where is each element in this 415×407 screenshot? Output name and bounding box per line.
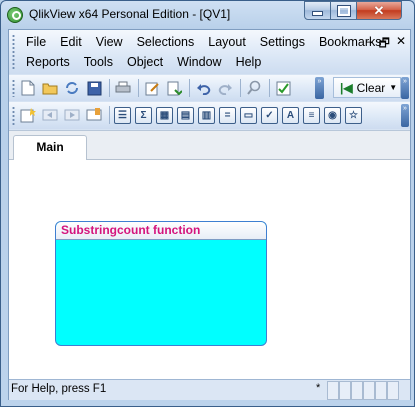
- open-folder-icon[interactable]: [41, 79, 59, 97]
- edit-script-icon[interactable]: [143, 79, 161, 97]
- menu-row-2: Reports Tools Object Window Help: [19, 52, 268, 72]
- text-object-icon[interactable]: A: [282, 106, 299, 124]
- status-cell: [363, 381, 375, 400]
- close-icon: ✕: [373, 2, 385, 18]
- menu-layout[interactable]: Layout: [201, 32, 253, 52]
- toolbar-separator: [189, 79, 190, 97]
- statistics-box-icon[interactable]: Σ: [135, 106, 152, 124]
- maximize-icon: [336, 4, 351, 17]
- menu-settings[interactable]: Settings: [253, 32, 312, 52]
- input-box-icon[interactable]: =: [219, 106, 236, 124]
- multi-box-icon[interactable]: ▤: [177, 106, 194, 124]
- toolbar-grip[interactable]: [12, 79, 15, 97]
- toolbar-separator: [240, 79, 241, 97]
- print-icon[interactable]: [114, 79, 132, 97]
- chart-icon[interactable]: ▥: [198, 106, 215, 124]
- status-cell: [387, 381, 399, 400]
- minimize-icon: [312, 11, 323, 16]
- text-object-caption[interactable]: Substringcount function: [56, 222, 266, 240]
- new-sheet-icon[interactable]: [19, 106, 37, 124]
- toolbar-overflow-chevron[interactable]: »: [401, 104, 409, 127]
- menu-help[interactable]: Help: [229, 52, 269, 72]
- menu-file[interactable]: File: [19, 32, 53, 52]
- mdi-controls: – 🗗 ✕: [366, 34, 406, 55]
- mdi-minimize-icon[interactable]: –: [366, 34, 373, 55]
- menu-object[interactable]: Object: [120, 52, 170, 72]
- menu-tools[interactable]: Tools: [77, 52, 120, 72]
- button-icon[interactable]: ▭: [240, 106, 257, 124]
- sheet-tab-strip: Main: [9, 131, 410, 160]
- toolbar-separator: [269, 79, 270, 97]
- save-icon[interactable]: [85, 79, 103, 97]
- search-icon[interactable]: [245, 79, 263, 97]
- title-bar[interactable]: QlikView x64 Personal Edition - [QV1] ✕: [1, 1, 414, 29]
- current-selections-icon[interactable]: ✓: [261, 106, 278, 124]
- menu-selections[interactable]: Selections: [130, 32, 202, 52]
- sheet-canvas[interactable]: Substringcount function: [9, 160, 410, 379]
- qlikview-logo-icon[interactable]: [7, 7, 23, 23]
- mdi-close-icon[interactable]: ✕: [396, 34, 406, 55]
- app-window: QlikView x64 Personal Edition - [QV1] ✕ …: [0, 0, 415, 407]
- status-bar: For Help, press F1 *: [9, 379, 410, 400]
- window-title: QlikView x64 Personal Edition - [QV1]: [29, 7, 231, 21]
- clear-label: Clear: [356, 80, 386, 95]
- checkmark-icon[interactable]: [274, 79, 292, 97]
- menubar-grip[interactable]: [12, 34, 15, 70]
- forward-icon[interactable]: [63, 106, 81, 124]
- mdi-restore-icon[interactable]: 🗗: [379, 34, 390, 55]
- line-arrow-icon[interactable]: ≡: [303, 106, 320, 124]
- slider-icon[interactable]: ◉: [324, 106, 341, 124]
- bookmark-icon[interactable]: [85, 106, 103, 124]
- text-object[interactable]: Substringcount function: [55, 221, 267, 346]
- tab-main[interactable]: Main: [13, 135, 87, 160]
- status-indicator: *: [316, 382, 321, 394]
- new-doc-icon[interactable]: [19, 79, 37, 97]
- toolbar-separator: [109, 106, 110, 124]
- menu-view[interactable]: View: [89, 32, 130, 52]
- menu-window[interactable]: Window: [170, 52, 228, 72]
- redo-icon[interactable]: [216, 79, 234, 97]
- design-toolbar: ☰ Σ ▦ ▤ ▥ = ▭ ✓ A ≡ ◉ ☆ »: [9, 102, 410, 129]
- reload-data-icon[interactable]: [165, 79, 183, 97]
- toolbar-separator: [138, 79, 139, 97]
- dropdown-arrow-icon[interactable]: ▼: [389, 83, 397, 92]
- status-help-text: For Help, press F1: [11, 383, 107, 395]
- menu-edit[interactable]: Edit: [53, 32, 89, 52]
- bookmark-object-icon[interactable]: ☆: [345, 106, 362, 124]
- undo-icon[interactable]: [194, 79, 212, 97]
- standard-toolbar: » |◀ Clear ▼ »: [9, 75, 410, 101]
- clear-button[interactable]: |◀ Clear ▼: [333, 77, 401, 98]
- toolbar-grip[interactable]: [12, 106, 15, 125]
- menu-row-1: File Edit View Selections Layout Setting…: [19, 32, 389, 52]
- maximize-button[interactable]: [330, 1, 357, 20]
- toolbar-separator: [109, 79, 110, 97]
- menu-reports[interactable]: Reports: [19, 52, 77, 72]
- toolbar-overflow-chevron[interactable]: »: [401, 77, 409, 99]
- table-box-icon[interactable]: ▦: [156, 106, 173, 124]
- status-cell: [375, 381, 387, 400]
- status-cell: [351, 381, 363, 400]
- toolbar-overflow-chevron[interactable]: »: [315, 77, 324, 99]
- close-button[interactable]: ✕: [356, 1, 402, 20]
- listbox-icon[interactable]: ☰: [114, 106, 131, 124]
- status-cell: [327, 381, 339, 400]
- menu-bar: File Edit View Selections Layout Setting…: [9, 30, 410, 74]
- minimize-button[interactable]: [304, 1, 331, 20]
- status-cell: [339, 381, 351, 400]
- clear-icon: |◀: [340, 80, 353, 95]
- reload-icon[interactable]: [63, 79, 81, 97]
- client-area: File Edit View Selections Layout Setting…: [8, 29, 411, 400]
- back-icon[interactable]: [41, 106, 59, 124]
- sheet-area: Main Substringcount function: [9, 130, 410, 379]
